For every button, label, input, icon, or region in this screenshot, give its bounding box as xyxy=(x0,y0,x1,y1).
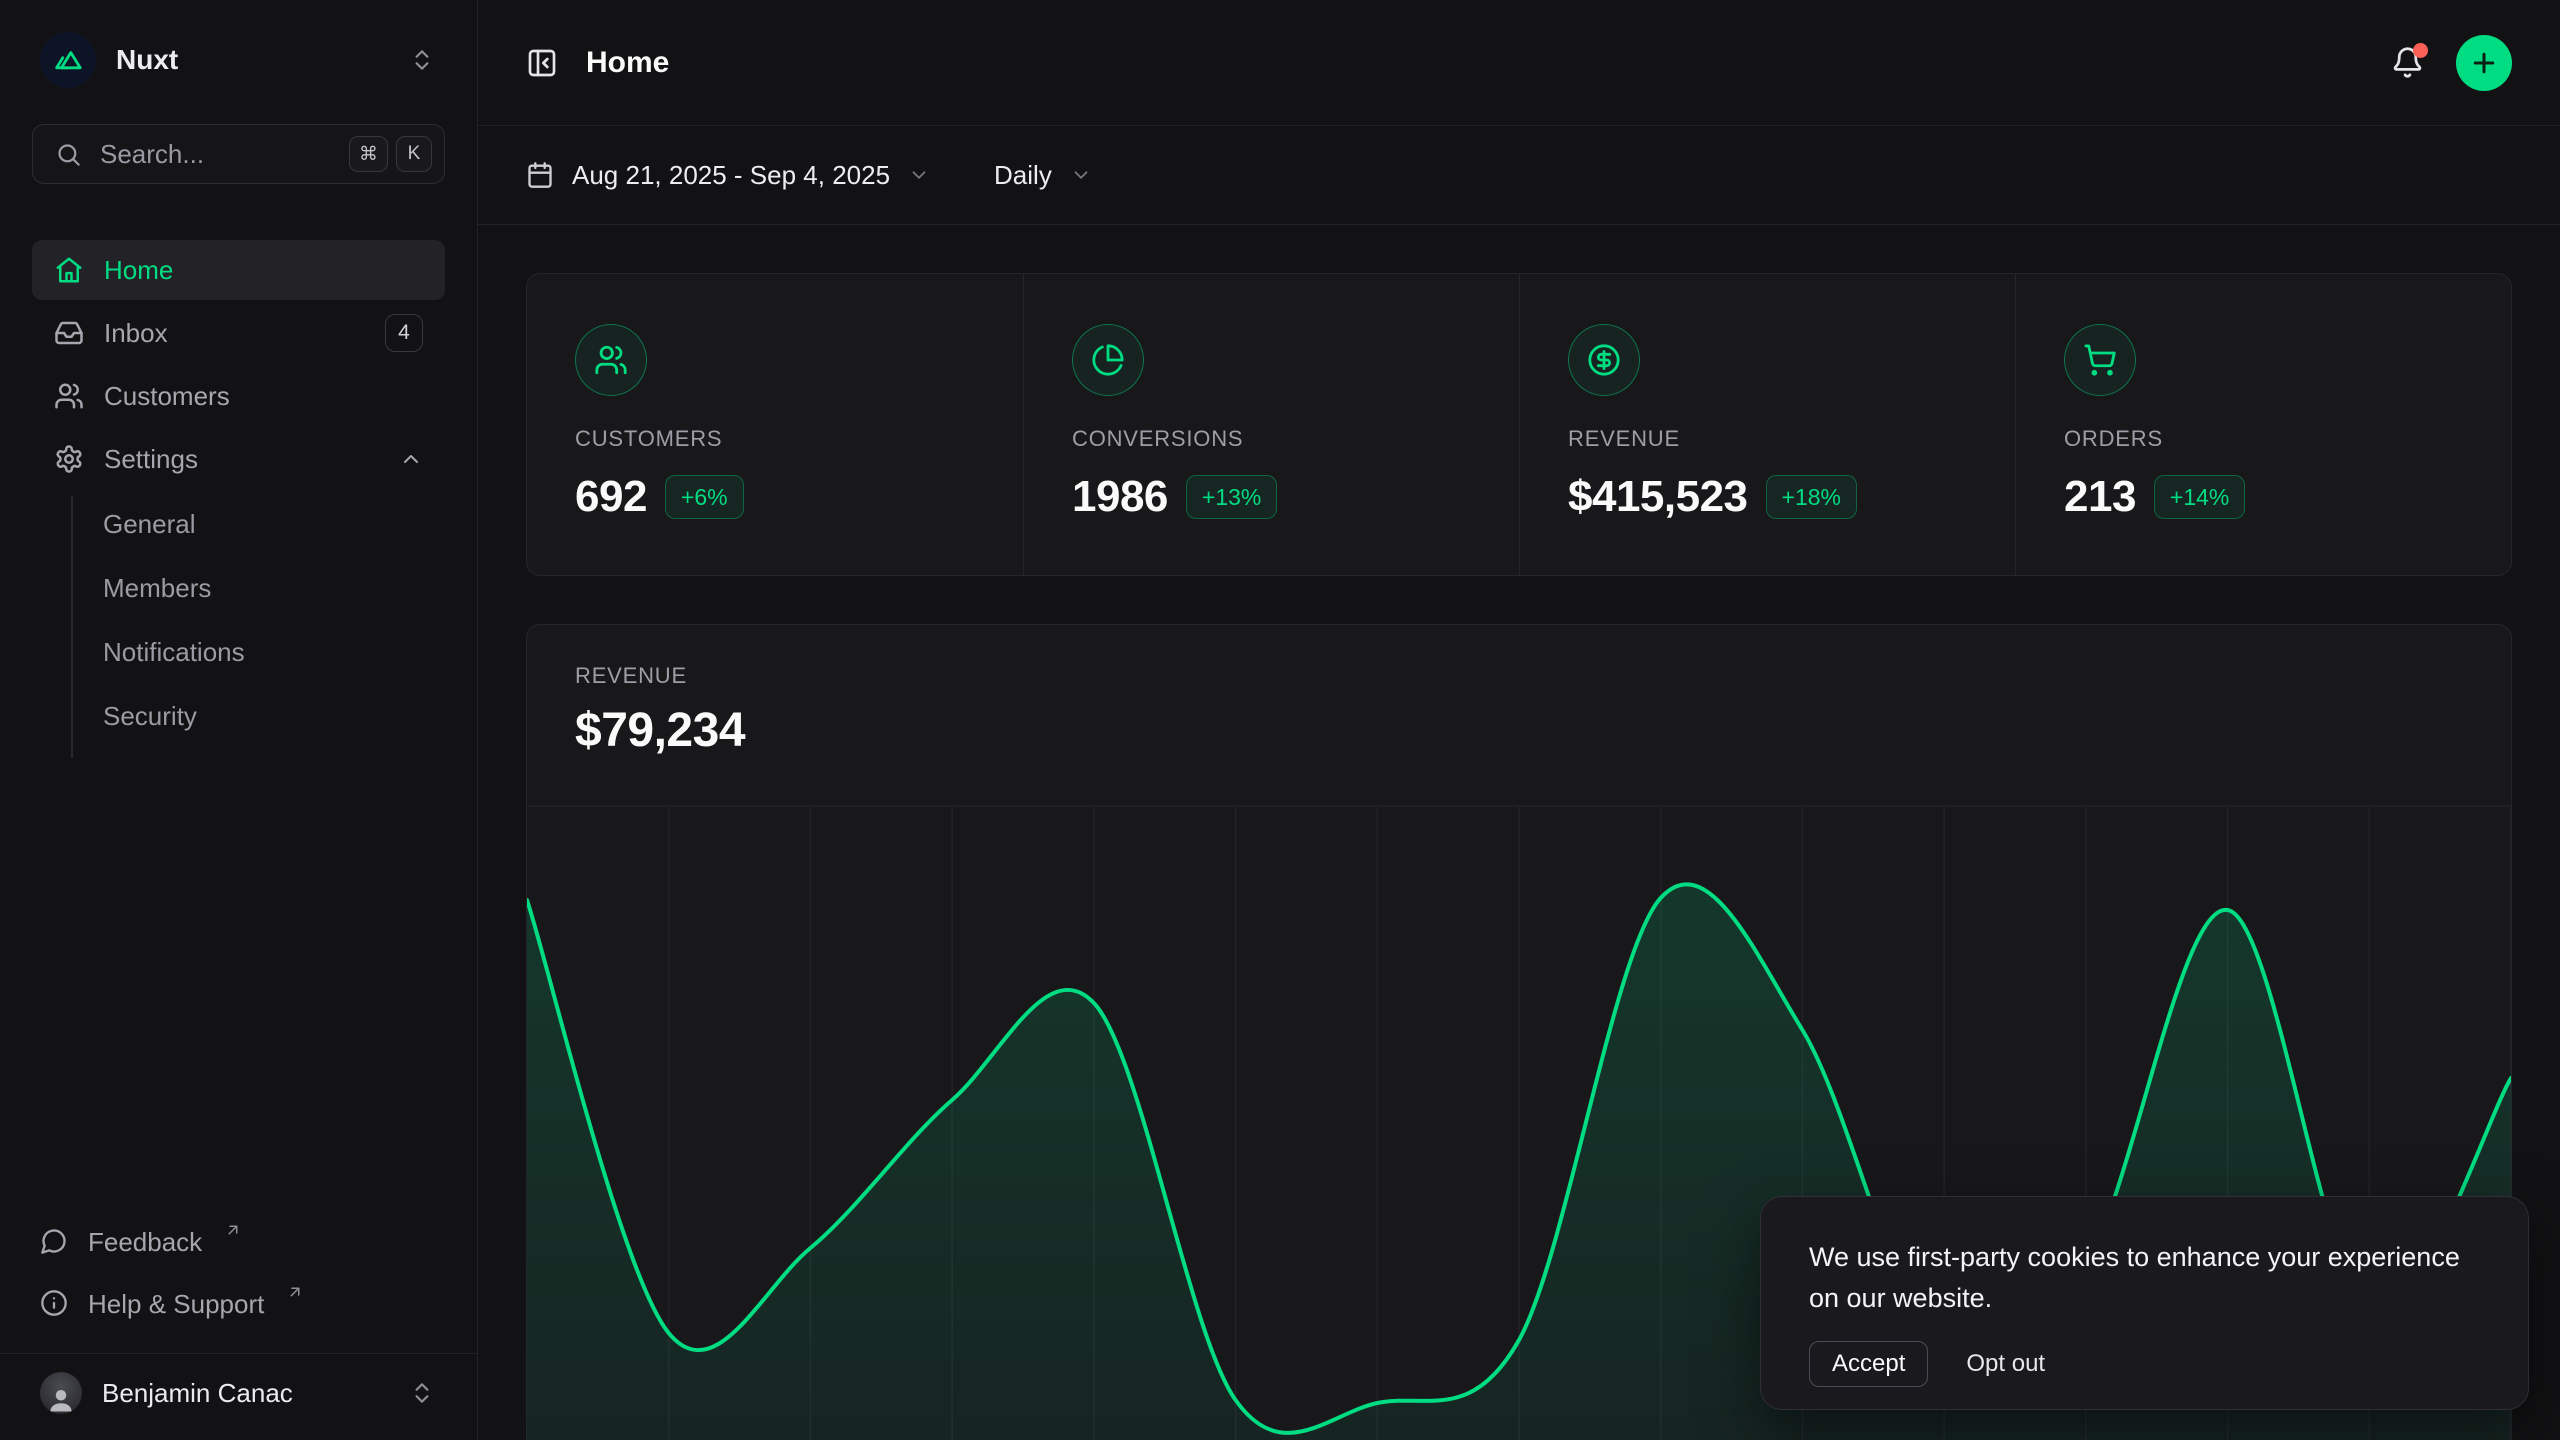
plus-icon xyxy=(2469,48,2499,78)
cookie-banner: We use first-party cookies to enhance yo… xyxy=(1760,1196,2529,1410)
pie-chart-icon xyxy=(1072,324,1144,396)
external-link-icon xyxy=(224,1221,242,1239)
chevrons-up-down-icon xyxy=(409,47,435,73)
users-icon xyxy=(575,324,647,396)
sidebar-item-customers[interactable]: Customers xyxy=(32,366,445,426)
granularity-select[interactable]: Daily xyxy=(994,160,1092,191)
stats-card: CUSTOMERS 692 +6% CONVERSIONS 1986 +13% xyxy=(526,273,2512,576)
stat-delta-badge: +6% xyxy=(665,475,744,519)
chevron-down-icon xyxy=(1070,164,1092,186)
sidebar-item-feedback[interactable]: Feedback xyxy=(32,1213,445,1275)
sidebar-item-label: Help & Support xyxy=(88,1289,264,1320)
sidebar-item-inbox[interactable]: Inbox 4 xyxy=(32,303,445,363)
stat-value: 692 xyxy=(575,472,647,522)
add-button[interactable] xyxy=(2456,35,2512,91)
sidebar-item-label: Home xyxy=(104,255,423,286)
nuxt-logo-icon xyxy=(40,32,96,88)
stat-value: $415,523 xyxy=(1568,472,1748,522)
sidebar-item-label: Settings xyxy=(104,444,379,475)
sidebar-item-home[interactable]: Home xyxy=(32,240,445,300)
sidebar-item-label: Customers xyxy=(104,381,423,412)
notifications-button[interactable] xyxy=(2391,46,2424,79)
search-placeholder: Search... xyxy=(100,139,331,170)
kbd-cmd: ⌘ xyxy=(349,136,388,172)
info-circle-icon xyxy=(40,1289,68,1317)
sidebar-spacer xyxy=(32,750,445,1213)
notification-dot xyxy=(2413,43,2428,58)
user-menu[interactable]: Benjamin Canac xyxy=(32,1354,445,1432)
stat-value: 1986 xyxy=(1072,472,1168,522)
stat-revenue[interactable]: REVENUE $415,523 +18% xyxy=(1519,274,2015,575)
kbd-k: K xyxy=(396,136,432,172)
filters-toolbar: Aug 21, 2025 - Sep 4, 2025 Daily xyxy=(478,126,2560,225)
user-name: Benjamin Canac xyxy=(102,1378,389,1409)
page-title: Home xyxy=(586,46,669,80)
stat-orders[interactable]: ORDERS 213 +14% xyxy=(2015,274,2511,575)
stat-delta-badge: +14% xyxy=(2154,475,2245,519)
search-input[interactable]: Search... ⌘ K xyxy=(32,124,445,184)
date-range-value: Aug 21, 2025 - Sep 4, 2025 xyxy=(572,160,890,191)
sidebar-item-settings[interactable]: Settings xyxy=(32,429,445,489)
stat-label: ORDERS xyxy=(2064,426,2163,452)
accept-button[interactable]: Accept xyxy=(1809,1341,1928,1387)
sidebar-subitem-general[interactable]: General xyxy=(103,492,445,556)
opt-out-link[interactable]: Opt out xyxy=(1966,1350,2045,1378)
topbar: Home xyxy=(478,0,2560,126)
gear-icon xyxy=(54,444,84,474)
message-circle-icon xyxy=(40,1227,68,1255)
shopping-cart-icon xyxy=(2064,324,2136,396)
calendar-icon xyxy=(526,161,554,189)
workspace-name: Nuxt xyxy=(116,44,389,76)
sidebar-item-label: Feedback xyxy=(88,1227,202,1258)
search-shortcut: ⌘ K xyxy=(349,136,432,172)
chevron-up-icon xyxy=(399,447,423,471)
stat-delta-badge: +18% xyxy=(1766,475,1857,519)
stat-conversions[interactable]: CONVERSIONS 1986 +13% xyxy=(1023,274,1519,575)
search-icon xyxy=(55,141,82,168)
revenue-chart-label: REVENUE xyxy=(575,663,2463,689)
chevrons-up-down-icon xyxy=(409,1380,435,1406)
cookie-actions: Accept Opt out xyxy=(1809,1341,2480,1387)
sidebar-item-label: Inbox xyxy=(104,318,365,349)
workspace-selector[interactable]: Nuxt xyxy=(32,24,445,96)
stat-delta-badge: +13% xyxy=(1186,475,1277,519)
sidebar-subitem-members[interactable]: Members xyxy=(103,556,445,620)
stat-customers[interactable]: CUSTOMERS 692 +6% xyxy=(527,274,1023,575)
sidebar-item-help-support[interactable]: Help & Support xyxy=(32,1275,445,1337)
circle-dollar-icon xyxy=(1568,324,1640,396)
external-link-icon xyxy=(286,1283,304,1301)
settings-submenu: General Members Notifications Security xyxy=(32,492,445,748)
dashboard-page: Nuxt Search... ⌘ K Home xyxy=(0,0,2560,1440)
avatar xyxy=(40,1372,82,1414)
sidebar-subitem-security[interactable]: Security xyxy=(103,684,445,748)
chevron-down-icon xyxy=(908,164,930,186)
stat-label: CONVERSIONS xyxy=(1072,426,1243,452)
house-icon xyxy=(54,255,84,285)
cookie-message: We use first-party cookies to enhance yo… xyxy=(1809,1237,2480,1319)
revenue-chart-value: $79,234 xyxy=(575,707,2463,755)
inbox-count-badge: 4 xyxy=(385,314,423,352)
stat-label: CUSTOMERS xyxy=(575,426,722,452)
sidebar-collapse-icon[interactable] xyxy=(526,47,558,79)
date-range-picker[interactable]: Aug 21, 2025 - Sep 4, 2025 xyxy=(526,160,930,191)
stat-label: REVENUE xyxy=(1568,426,1680,452)
topbar-left: Home xyxy=(526,46,669,80)
revenue-chart-header: REVENUE $79,234 xyxy=(527,625,2511,755)
stat-value: 213 xyxy=(2064,472,2136,522)
inbox-icon xyxy=(54,318,84,348)
granularity-value: Daily xyxy=(994,160,1052,191)
sidebar-subitem-notifications[interactable]: Notifications xyxy=(103,620,445,684)
sidebar: Nuxt Search... ⌘ K Home xyxy=(0,0,478,1440)
topbar-right xyxy=(2391,35,2512,91)
sidebar-nav: Home Inbox 4 Customers Settings xyxy=(32,240,445,750)
users-icon xyxy=(54,381,84,411)
